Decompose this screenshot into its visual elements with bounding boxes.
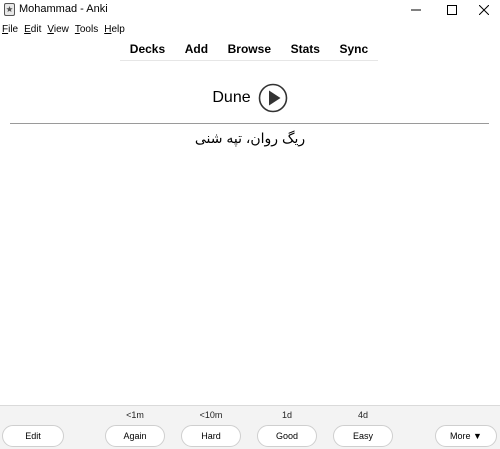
card-question-row: Dune (0, 82, 500, 114)
menu-tools-label: ools (79, 23, 99, 35)
toolbar-add[interactable]: Add (181, 42, 212, 56)
maximize-icon (447, 5, 457, 15)
more-button[interactable]: More ▼ (435, 425, 497, 447)
again-button[interactable]: Again (105, 425, 165, 447)
toolbar-stats[interactable]: Stats (287, 42, 324, 56)
close-icon (479, 5, 489, 15)
hard-interval: <10m (199, 410, 223, 420)
toolbar-decks[interactable]: Decks (126, 42, 169, 56)
easy-interval: 4d (357, 410, 368, 420)
answer-divider (10, 123, 489, 124)
edit-button[interactable]: Edit (2, 425, 64, 447)
minimize-button[interactable] (398, 0, 434, 20)
minimize-icon (411, 9, 421, 11)
maximize-button[interactable] (434, 0, 470, 20)
menu-view-label: iew (53, 23, 69, 35)
hard-button[interactable]: Hard (181, 425, 241, 447)
menu-file[interactable]: File (0, 24, 22, 35)
good-interval: 1d (281, 410, 292, 420)
window-title: Mohammad - Anki (19, 3, 108, 15)
menu-help-label: elp (111, 23, 125, 35)
answer-bar: Edit <1m Again <10m Hard 1d Good 4d Easy… (0, 405, 500, 449)
close-button[interactable] (466, 0, 500, 20)
easy-button[interactable]: Easy (333, 425, 393, 447)
menu-edit[interactable]: Edit (22, 24, 45, 35)
toolbar-sync[interactable]: Sync (336, 42, 373, 56)
card-question: Dune (212, 89, 251, 106)
main-toolbar: Decks Add Browse Stats Sync (120, 38, 378, 61)
title-bar: Mohammad - Anki (0, 0, 500, 20)
menu-view[interactable]: View (45, 24, 73, 35)
menu-edit-label: dit (30, 23, 42, 35)
card-answer: ریگ روان، تپه شنی (194, 130, 306, 146)
menu-bar: File Edit View Tools Help (0, 21, 500, 37)
good-button[interactable]: Good (257, 425, 317, 447)
again-interval: <1m (126, 410, 144, 420)
menu-file-label: ile (8, 23, 19, 35)
menu-help[interactable]: Help (102, 24, 129, 35)
menu-edit-mnemonic: E (24, 23, 31, 35)
play-audio-icon[interactable] (258, 83, 288, 113)
anki-app-icon (4, 3, 15, 16)
toolbar-browse[interactable]: Browse (224, 42, 275, 56)
menu-tools[interactable]: Tools (73, 24, 102, 35)
